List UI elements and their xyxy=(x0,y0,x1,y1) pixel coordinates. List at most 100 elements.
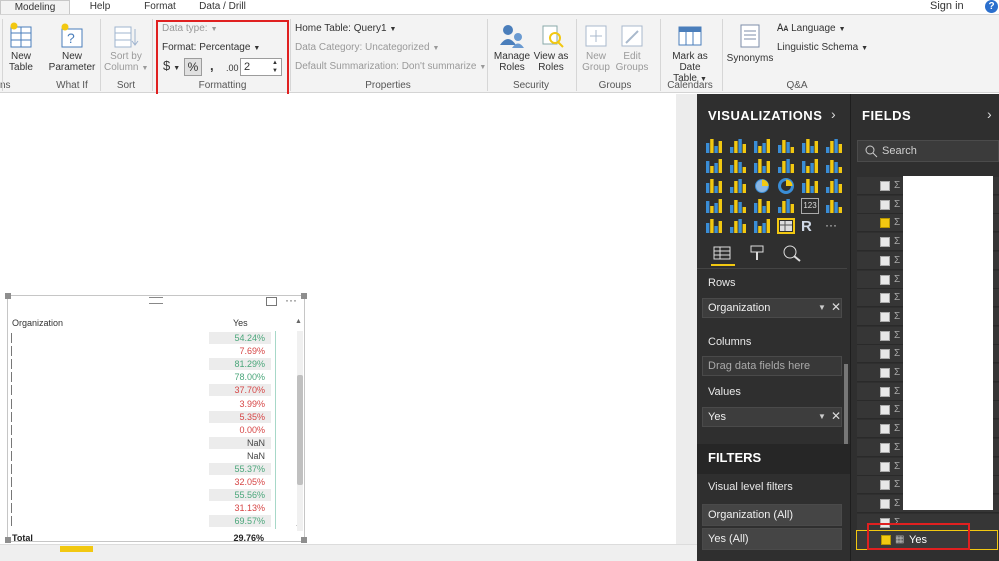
field-checkbox[interactable] xyxy=(880,199,890,210)
field-checkbox[interactable] xyxy=(880,181,890,191)
100-column-icon[interactable] xyxy=(825,138,843,154)
collapse-arrow-icon[interactable]: › xyxy=(831,106,836,122)
field-checkbox[interactable] xyxy=(880,405,890,416)
new-table-button[interactable]: New Table xyxy=(5,21,37,73)
line-chart-icon[interactable] xyxy=(705,158,723,174)
filter-yes[interactable]: Yes (All) xyxy=(702,528,842,550)
table-row[interactable]: 32.05% xyxy=(11,476,273,489)
rows-well-organization[interactable]: Organization ▼ ✕ xyxy=(702,298,842,318)
values-well-yes[interactable]: Yes ▼ ✕ xyxy=(702,407,842,427)
donut-icon[interactable] xyxy=(777,178,795,194)
columns-drop-well[interactable]: Drag data fields here xyxy=(702,356,842,376)
field-checkbox[interactable] xyxy=(880,368,890,378)
table-row[interactable]: 69.57% xyxy=(11,515,273,528)
line-column-icon[interactable] xyxy=(777,158,795,174)
pie-chart-icon[interactable] xyxy=(753,178,771,194)
fields-tab-icon[interactable] xyxy=(711,244,735,266)
matrix-icon[interactable] xyxy=(777,218,795,234)
kpi-icon[interactable] xyxy=(705,218,723,234)
stacked-area-icon[interactable] xyxy=(753,158,771,174)
treemap-icon[interactable] xyxy=(801,178,819,194)
field-checkbox[interactable] xyxy=(880,386,890,397)
gauge-icon[interactable] xyxy=(777,198,795,214)
mark-as-date-table-button[interactable]: Mark as Date Table ▼ xyxy=(662,21,718,85)
view-as-roles-button[interactable]: View as Roles xyxy=(533,21,569,73)
tab-format[interactable]: Format xyxy=(135,0,185,14)
focus-mode-icon[interactable] xyxy=(266,297,277,306)
area-chart-icon[interactable] xyxy=(729,158,747,174)
new-group-button[interactable]: New Group xyxy=(580,21,612,73)
table-row[interactable]: 31.13% xyxy=(11,502,273,515)
sign-in-link[interactable]: Sign in xyxy=(930,0,964,13)
field-checkbox[interactable] xyxy=(880,274,890,285)
clustered-bar-icon[interactable] xyxy=(753,138,771,154)
language-dropdown[interactable]: 🗛 Language ▼ xyxy=(777,23,846,36)
table-row[interactable]: 55.56% xyxy=(11,489,273,502)
r-visual-icon[interactable]: R xyxy=(801,218,819,235)
linguistic-schema-dropdown[interactable]: Linguistic Schema ▼ xyxy=(777,42,868,55)
edit-groups-button[interactable]: Edit Groups xyxy=(614,21,650,73)
field-checkbox[interactable] xyxy=(880,498,890,509)
table-row[interactable]: 7.69% xyxy=(11,345,273,358)
tab-modeling[interactable]: Modeling xyxy=(0,0,70,14)
table-row[interactable]: 55.37% xyxy=(11,463,273,476)
analytics-magnifier-icon[interactable] xyxy=(781,244,805,266)
table-icon[interactable] xyxy=(753,218,771,234)
map-icon[interactable] xyxy=(825,178,843,194)
field-checkbox[interactable] xyxy=(880,237,890,248)
tab-help[interactable]: Help xyxy=(80,0,120,14)
manage-roles-button[interactable]: Manage Roles xyxy=(493,21,531,73)
table-row[interactable]: 81.29% xyxy=(11,358,273,371)
clustered-column-icon[interactable] xyxy=(777,138,795,154)
new-parameter-button[interactable]: ? New Parameter xyxy=(48,21,96,73)
table-row[interactable]: NaN xyxy=(11,436,273,450)
data-category-dropdown[interactable]: Data Category: Uncategorized ▼ xyxy=(295,42,439,55)
page-tab-active[interactable] xyxy=(60,546,93,552)
table-visual[interactable]: ··· Organization Yes ▲ ▼ 54.24%7.69%81.2… xyxy=(5,293,307,543)
synonyms-button[interactable]: Synonyms xyxy=(725,21,775,64)
format-paint-roller-icon[interactable] xyxy=(747,244,771,266)
table-row[interactable]: NaN xyxy=(11,449,273,463)
table-row[interactable]: 5.35% xyxy=(11,410,273,424)
slicer-icon[interactable] xyxy=(729,218,747,234)
line-clustered-icon[interactable] xyxy=(801,158,819,174)
field-checkbox[interactable] xyxy=(880,218,890,229)
field-checkbox[interactable] xyxy=(880,424,890,435)
field-checkbox[interactable] xyxy=(880,293,890,304)
home-table-dropdown[interactable]: Home Table: Query1 ▼ xyxy=(295,23,396,36)
help-icon[interactable]: ? xyxy=(985,0,998,13)
default-summarization-dropdown[interactable]: Default Summarization: Don't summarize ▼ xyxy=(295,61,486,74)
scroll-up-icon[interactable]: ▲ xyxy=(295,318,302,325)
tab-data-drill[interactable]: Data / Drill xyxy=(190,0,255,14)
more-visuals-icon[interactable]: ··· xyxy=(825,218,843,234)
shape-map-icon[interactable] xyxy=(729,198,747,214)
scatter-icon[interactable] xyxy=(729,178,747,194)
field-checkbox[interactable] xyxy=(880,311,890,322)
fields-search-input[interactable]: Search xyxy=(857,140,999,162)
table-row[interactable]: 78.00% xyxy=(11,371,273,384)
pane-scrollbar[interactable] xyxy=(844,364,848,444)
field-checkbox[interactable] xyxy=(880,330,890,341)
column-header-yes[interactable]: Yes xyxy=(233,318,248,328)
chevron-down-icon[interactable]: ▼ xyxy=(818,412,826,421)
resize-handle[interactable] xyxy=(301,537,307,543)
table-row[interactable]: 3.99% xyxy=(11,397,273,411)
waterfall-icon[interactable] xyxy=(705,178,723,194)
drag-grip-icon[interactable] xyxy=(149,297,163,304)
remove-field-icon[interactable]: ✕ xyxy=(831,300,841,314)
table-scrollbar[interactable] xyxy=(297,331,303,531)
funnel-icon[interactable] xyxy=(753,198,771,214)
100-bar-icon[interactable] xyxy=(801,138,819,154)
stacked-bar-icon[interactable] xyxy=(705,138,723,154)
resize-handle[interactable] xyxy=(5,537,11,543)
column-header-organization[interactable]: Organization xyxy=(12,318,63,328)
sort-by-column-button[interactable]: Sort by Column ▼ xyxy=(104,21,148,74)
resize-handle[interactable] xyxy=(5,293,11,299)
table-row[interactable]: 37.70% xyxy=(11,384,273,397)
field-checkbox[interactable] xyxy=(880,461,890,472)
field-checkbox[interactable] xyxy=(880,480,890,491)
field-checkbox[interactable] xyxy=(880,255,890,266)
card-icon[interactable]: 123 xyxy=(801,198,819,214)
resize-handle[interactable] xyxy=(301,293,307,299)
filled-map-icon[interactable] xyxy=(705,198,723,214)
